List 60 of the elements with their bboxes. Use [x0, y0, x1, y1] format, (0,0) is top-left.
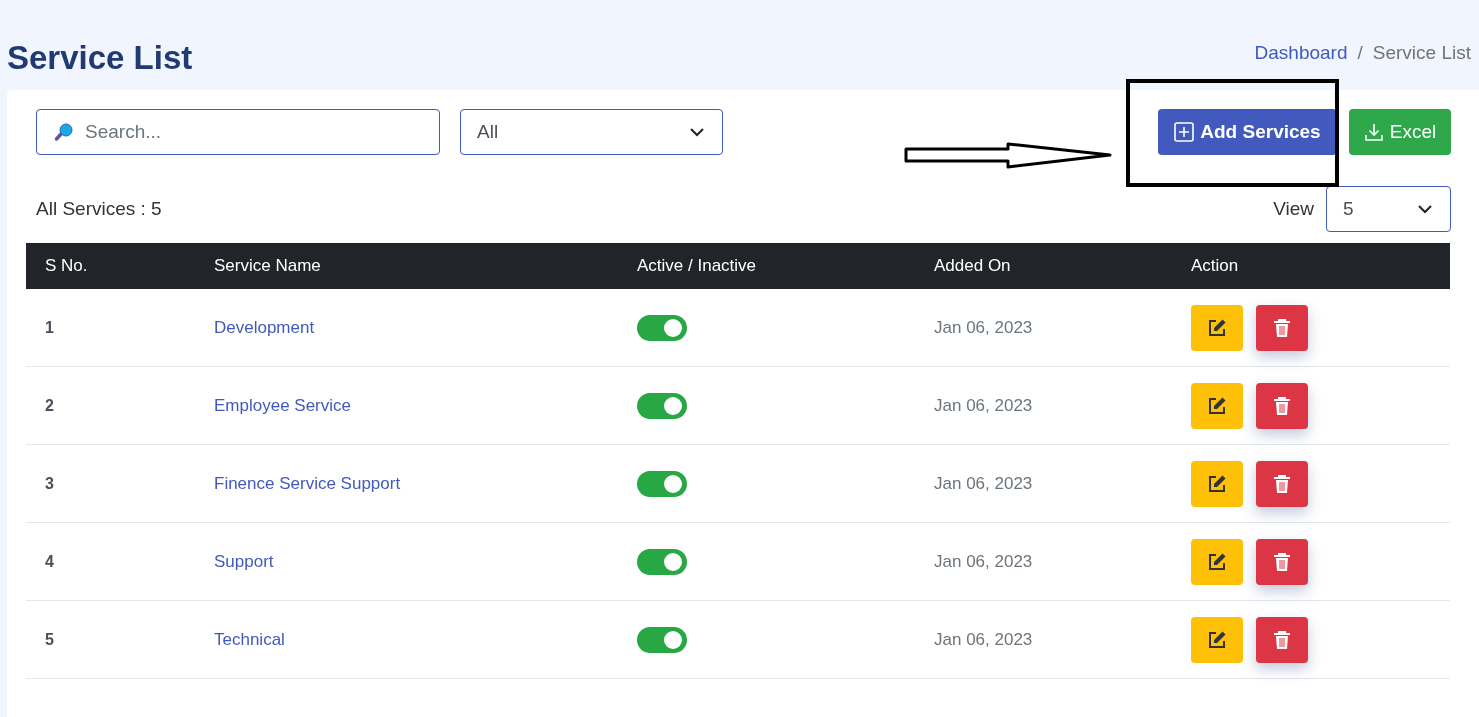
breadcrumb-link[interactable]: Dashboard [1254, 42, 1348, 64]
add-services-button[interactable]: Add Services [1158, 109, 1337, 155]
toggle-switch[interactable] [637, 548, 687, 575]
edit-icon [1207, 395, 1227, 416]
delete-button[interactable] [1256, 460, 1308, 507]
download-icon [1363, 122, 1384, 142]
edit-icon [1207, 317, 1227, 338]
added-on-date: Jan 06, 2023 [934, 473, 1033, 494]
row-number: 5 [45, 630, 54, 649]
edit-icon [1207, 551, 1227, 572]
column-header: Service Name [195, 243, 618, 289]
service-name-link[interactable]: Technical [214, 629, 285, 650]
view-label: View [1273, 198, 1314, 220]
chevron-down-icon [690, 127, 704, 137]
chevron-down-icon [1418, 204, 1432, 214]
breadcrumb-separator: / [1357, 42, 1363, 64]
magnifier-icon [54, 122, 74, 142]
row-number: 4 [45, 552, 54, 571]
row-number: 1 [45, 318, 54, 337]
added-on-date: Jan 06, 2023 [934, 551, 1033, 572]
column-header: Added On [915, 243, 1172, 289]
added-on-date: Jan 06, 2023 [934, 629, 1033, 650]
service-name-link[interactable]: Finence Service Support [214, 473, 401, 494]
delete-button[interactable] [1256, 304, 1308, 351]
search-field[interactable]: Search... [36, 109, 440, 155]
edit-button[interactable] [1191, 460, 1243, 507]
column-header: S No. [26, 243, 195, 289]
trash-icon [1273, 473, 1291, 494]
added-on-date: Jan 06, 2023 [934, 395, 1033, 416]
service-name-link[interactable]: Development [214, 317, 315, 338]
edit-button[interactable] [1191, 304, 1243, 351]
filter-dropdown[interactable]: All [460, 109, 723, 155]
toggle-switch[interactable] [637, 470, 687, 497]
breadcrumb-current: Service List [1372, 42, 1471, 64]
edit-button[interactable] [1191, 382, 1243, 429]
edit-icon [1207, 629, 1227, 650]
page-title: Service List [7, 38, 193, 78]
service-name-link[interactable]: Support [214, 551, 274, 572]
delete-button[interactable] [1256, 382, 1308, 429]
column-header: Action [1172, 243, 1450, 289]
column-header: Active / Inactive [618, 243, 915, 289]
plus-square-icon [1174, 122, 1195, 142]
edit-button[interactable] [1191, 616, 1243, 663]
edit-button[interactable] [1191, 538, 1243, 585]
delete-button[interactable] [1256, 616, 1308, 663]
added-on-date: Jan 06, 2023 [934, 317, 1033, 338]
page-size-dropdown[interactable]: 5 [1326, 186, 1451, 232]
delete-button[interactable] [1256, 538, 1308, 585]
row-number: 3 [45, 474, 54, 493]
trash-icon [1273, 551, 1291, 572]
service-name-link[interactable]: Employee Service [214, 395, 351, 416]
toggle-switch[interactable] [637, 626, 687, 653]
edit-icon [1207, 473, 1227, 494]
toggle-switch[interactable] [637, 314, 687, 341]
trash-icon [1273, 629, 1291, 650]
row-number: 2 [45, 396, 54, 415]
services-count: All Services : 5 [36, 198, 162, 220]
trash-icon [1273, 317, 1291, 338]
toggle-switch[interactable] [637, 392, 687, 419]
trash-icon [1273, 395, 1291, 416]
